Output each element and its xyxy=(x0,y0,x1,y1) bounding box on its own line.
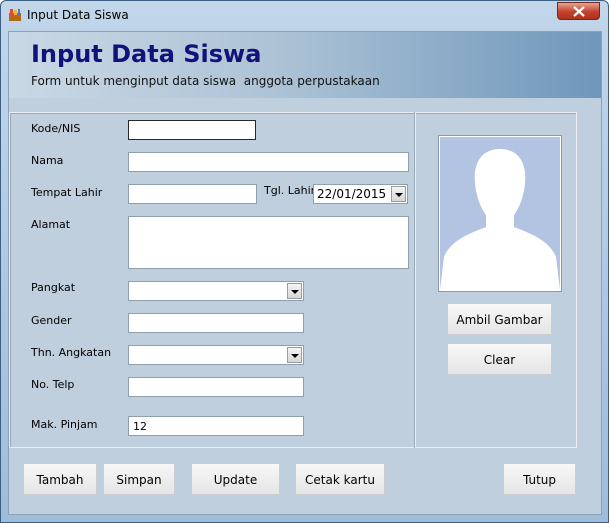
tempat-lahir-input[interactable] xyxy=(128,184,257,204)
window-title: Input Data Siswa xyxy=(27,8,129,22)
gender-label: Gender xyxy=(31,314,72,327)
nama-input[interactable] xyxy=(128,152,409,172)
tempat-lahir-label: Tempat Lahir xyxy=(31,186,103,199)
kode-input[interactable] xyxy=(128,120,256,140)
tutup-button[interactable]: Tutup xyxy=(503,463,576,495)
cetak-kartu-button[interactable]: Cetak kartu xyxy=(295,463,385,495)
dropdown-arrow-icon[interactable] xyxy=(287,283,302,299)
ambil-gambar-button[interactable]: Ambil Gambar xyxy=(447,303,552,335)
pinjam-label: Mak. Pinjam xyxy=(31,418,98,431)
alamat-label: Alamat xyxy=(31,218,71,231)
update-button[interactable]: Update xyxy=(191,463,280,495)
app-window: Input Data Siswa Input Data Siswa Form u… xyxy=(0,0,609,523)
tgl-lahir-value: 22/01/2015 xyxy=(317,187,387,201)
pangkat-select[interactable] xyxy=(128,281,304,301)
tgl-lahir-picker[interactable]: 22/01/2015 xyxy=(313,184,408,204)
title-bar[interactable]: Input Data Siswa xyxy=(1,1,608,30)
pangkat-label: Pangkat xyxy=(31,281,76,294)
nama-label: Nama xyxy=(31,154,64,167)
photo-frame xyxy=(439,136,561,291)
angkatan-label: Thn. Angkatan xyxy=(31,346,112,359)
close-icon xyxy=(573,6,585,17)
telp-input[interactable] xyxy=(128,377,304,397)
page-title: Input Data Siswa xyxy=(31,40,262,68)
user-silhouette-icon xyxy=(440,149,560,290)
angkatan-select[interactable] xyxy=(128,345,304,365)
dropdown-arrow-icon[interactable] xyxy=(391,186,406,202)
page-subtitle: Form untuk menginput data siswa anggota … xyxy=(31,74,380,88)
close-button[interactable] xyxy=(557,2,600,20)
tgl-lahir-label: Tgl. Lahir xyxy=(264,184,316,197)
pinjam-input[interactable] xyxy=(128,416,304,436)
panel-divider xyxy=(415,112,416,448)
header-banner: Input Data Siswa Form untuk menginput da… xyxy=(9,32,601,98)
dropdown-arrow-icon[interactable] xyxy=(287,347,302,363)
gender-input[interactable] xyxy=(128,313,304,333)
simpan-button[interactable]: Simpan xyxy=(103,463,175,495)
tambah-button[interactable]: Tambah xyxy=(23,463,97,495)
app-icon xyxy=(9,9,21,21)
alamat-textarea[interactable] xyxy=(128,216,409,269)
telp-label: No. Telp xyxy=(31,378,75,391)
clear-button[interactable]: Clear xyxy=(447,343,552,375)
form-area: Input Data Siswa Form untuk menginput da… xyxy=(8,31,602,515)
kode-label: Kode/NIS xyxy=(31,122,81,135)
